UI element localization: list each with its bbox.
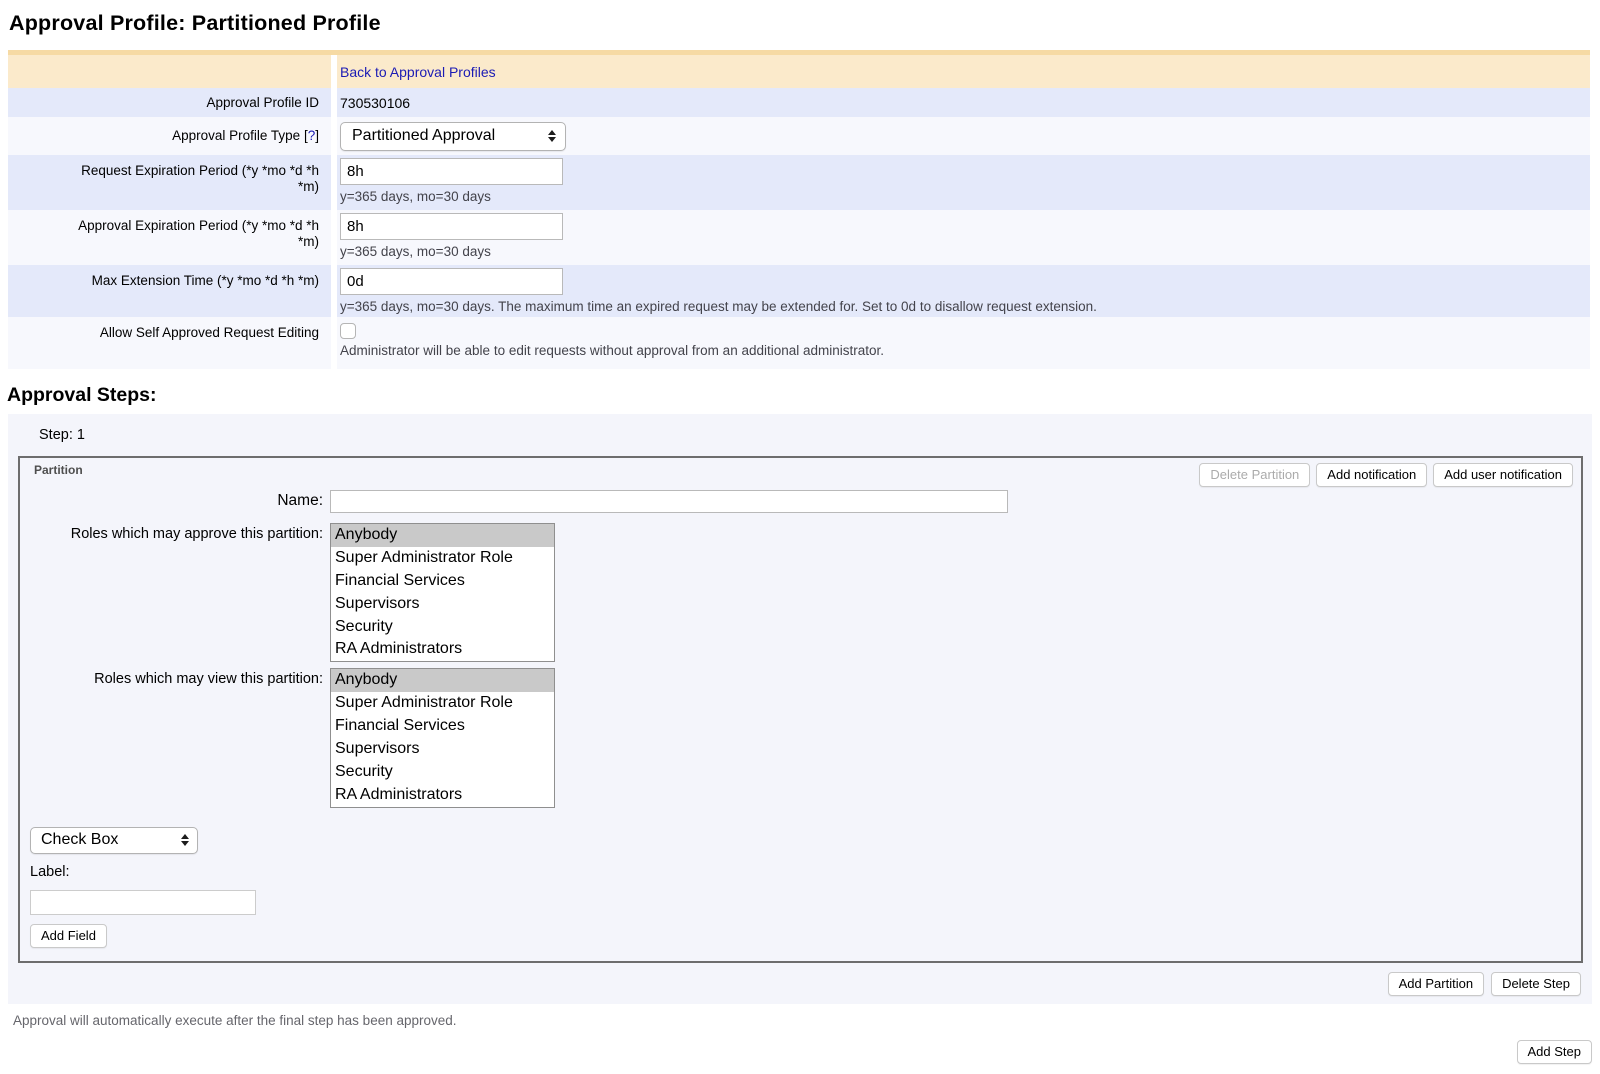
approval-expiration-help: y=365 days, mo=30 days <box>340 244 491 260</box>
auto-execute-note: Approval will automatically execute afte… <box>13 1013 1600 1028</box>
field-type-selected-value: Check Box <box>41 831 118 849</box>
approval-profile-type-selected-value: Partitioned Approval <box>352 127 495 145</box>
profile-form-table: Back to Approval Profiles Approval Profi… <box>8 50 1590 369</box>
profile-id-row: Approval Profile ID 730530106 <box>8 88 1590 117</box>
table-header-row: Back to Approval Profiles <box>8 50 1590 88</box>
add-step-button[interactable]: Add Step <box>1517 1040 1593 1064</box>
request-expiration-help: y=365 days, mo=30 days <box>340 189 491 205</box>
request-expiration-label: Request Expiration Period (*y *mo *d *h … <box>8 155 331 210</box>
view-roles-listbox[interactable]: AnybodySuper Administrator RoleFinancial… <box>330 668 555 807</box>
role-option[interactable]: Supervisors <box>331 593 554 616</box>
delete-partition-button[interactable]: Delete Partition <box>1199 463 1310 487</box>
profile-id-value: 730530106 <box>337 88 1590 117</box>
field-label-caption: Label: <box>30 864 1581 880</box>
max-extension-cell: y=365 days, mo=30 days. The maximum time… <box>337 265 1590 317</box>
role-option[interactable]: RA Administrators <box>331 784 554 807</box>
step-buttons: Add Partition Delete Step <box>18 972 1581 1000</box>
step-container: Step: 1 Partition Delete Partition Add n… <box>8 414 1592 1004</box>
add-user-notification-button[interactable]: Add user notification <box>1433 463 1573 487</box>
add-notification-button[interactable]: Add notification <box>1316 463 1427 487</box>
self-approved-editing-help: Administrator will be able to edit reque… <box>340 343 884 359</box>
field-label-input[interactable] <box>30 890 256 915</box>
role-option[interactable]: Security <box>331 616 554 639</box>
page-title: Approval Profile: Partitioned Profile <box>9 11 1600 36</box>
approval-steps-heading: Approval Steps: <box>7 384 1600 407</box>
approval-expiration-input[interactable] <box>340 213 563 240</box>
approval-profile-type-select[interactable]: Partitioned Approval <box>340 122 566 151</box>
select-stepper-icon <box>181 834 189 846</box>
delete-step-button[interactable]: Delete Step <box>1491 972 1581 996</box>
role-option[interactable]: Security <box>331 761 554 784</box>
profile-type-label: Approval Profile Type [?] <box>8 117 331 155</box>
bracket-close: ] <box>315 128 319 143</box>
partition-fieldset: Partition Delete Partition Add notificat… <box>18 456 1583 963</box>
add-field-controls: Check Box Label: Add Field <box>30 814 1581 948</box>
add-step-area: Add Step <box>0 1040 1592 1064</box>
role-option[interactable]: RA Administrators <box>331 638 554 661</box>
approve-roles-listbox[interactable]: AnybodySuper Administrator RoleFinancial… <box>330 523 555 662</box>
header-empty-cell <box>8 55 331 88</box>
profile-type-label-text: Approval Profile Type <box>172 128 300 143</box>
view-roles-label: Roles which may view this partition: <box>20 668 323 687</box>
back-to-approval-profiles-link[interactable]: Back to Approval Profiles <box>340 64 496 80</box>
max-extension-input[interactable] <box>340 268 563 295</box>
self-approved-editing-cell: Administrator will be able to edit reque… <box>337 317 1590 369</box>
partition-name-row: Name: <box>20 490 1581 513</box>
profile-id-label: Approval Profile ID <box>8 88 331 117</box>
role-option[interactable]: Anybody <box>331 524 554 547</box>
partition-header: Partition Delete Partition Add notificat… <box>20 458 1581 486</box>
request-expiration-row: Request Expiration Period (*y *mo *d *h … <box>8 155 1590 210</box>
view-roles-row: Roles which may view this partition: Any… <box>20 668 1581 807</box>
role-option[interactable]: Super Administrator Role <box>331 692 554 715</box>
max-extension-label: Max Extension Time (*y *mo *d *h *m) <box>8 265 331 317</box>
profile-type-row: Approval Profile Type [?] Partitioned Ap… <box>8 117 1590 155</box>
self-approved-editing-row: Allow Self Approved Request Editing Admi… <box>8 317 1590 369</box>
add-field-button[interactable]: Add Field <box>30 924 107 948</box>
max-extension-help: y=365 days, mo=30 days. The maximum time… <box>340 299 1097 315</box>
profile-type-cell: Partitioned Approval <box>337 117 1590 155</box>
role-option[interactable]: Financial Services <box>331 570 554 593</box>
select-stepper-icon <box>548 130 556 142</box>
partition-name-label: Name: <box>20 490 323 510</box>
step-label: Step: 1 <box>39 427 1583 443</box>
approval-expiration-row: Approval Expiration Period (*y *mo *d *h… <box>8 210 1590 265</box>
role-option[interactable]: Financial Services <box>331 715 554 738</box>
field-type-select[interactable]: Check Box <box>30 827 198 854</box>
request-expiration-cell: y=365 days, mo=30 days <box>337 155 1590 210</box>
role-option[interactable]: Supervisors <box>331 738 554 761</box>
partition-header-buttons: Delete Partition Add notification Add us… <box>1199 463 1573 487</box>
self-approved-editing-checkbox[interactable] <box>340 323 356 339</box>
approval-expiration-label: Approval Expiration Period (*y *mo *d *h… <box>8 210 331 265</box>
self-approved-editing-label: Allow Self Approved Request Editing <box>8 317 331 369</box>
role-option[interactable]: Anybody <box>331 669 554 692</box>
approve-roles-label: Roles which may approve this partition: <box>20 523 323 542</box>
partition-name-input[interactable] <box>330 490 1008 513</box>
add-partition-button[interactable]: Add Partition <box>1388 972 1484 996</box>
partition-legend: Partition <box>34 463 83 477</box>
approve-roles-row: Roles which may approve this partition: … <box>20 523 1581 662</box>
role-option[interactable]: Super Administrator Role <box>331 547 554 570</box>
request-expiration-input[interactable] <box>340 158 563 185</box>
approval-expiration-cell: y=365 days, mo=30 days <box>337 210 1590 265</box>
header-link-cell: Back to Approval Profiles <box>337 55 1590 88</box>
max-extension-row: Max Extension Time (*y *mo *d *h *m) y=3… <box>8 265 1590 317</box>
